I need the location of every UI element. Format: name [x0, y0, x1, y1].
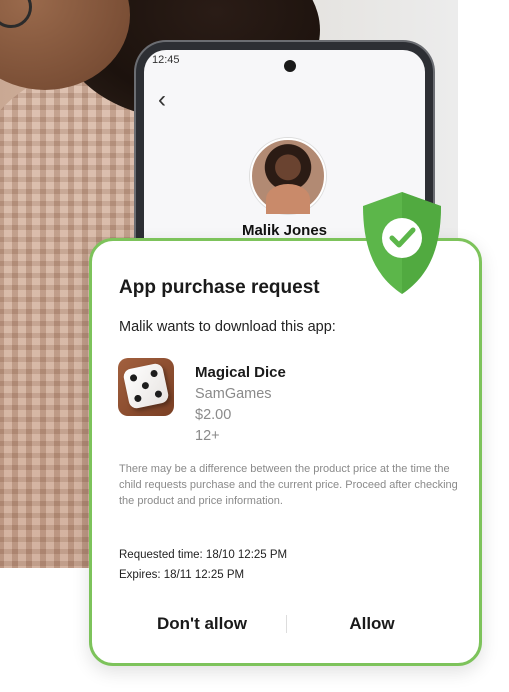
app-price: $2.00	[195, 407, 232, 423]
allow-button[interactable]: Allow	[312, 607, 432, 641]
requested-time: Requested time: 18/10 12:25 PM	[119, 549, 288, 561]
chevron-left-icon[interactable]: ‹	[158, 88, 166, 112]
request-subtitle: Malik wants to download this app:	[119, 319, 336, 335]
app-age-rating: 12+	[195, 428, 220, 444]
shield-check-icon	[363, 192, 441, 294]
child-avatar	[250, 138, 326, 214]
button-divider	[286, 615, 287, 633]
dont-allow-button[interactable]: Don't allow	[132, 607, 272, 641]
app-developer: SamGames	[195, 386, 272, 402]
price-notice: There may be a difference between the pr…	[119, 463, 458, 507]
app-name: Magical Dice	[195, 364, 286, 381]
status-time: 12:45	[152, 54, 180, 66]
die-shape	[122, 362, 170, 410]
purchase-request-card: App purchase request Malik wants to down…	[89, 238, 482, 666]
camera-hole	[284, 60, 296, 72]
dice-app-icon	[118, 358, 174, 416]
card-title: App purchase request	[119, 277, 320, 298]
expires-time: Expires: 18/11 12:25 PM	[119, 569, 245, 581]
